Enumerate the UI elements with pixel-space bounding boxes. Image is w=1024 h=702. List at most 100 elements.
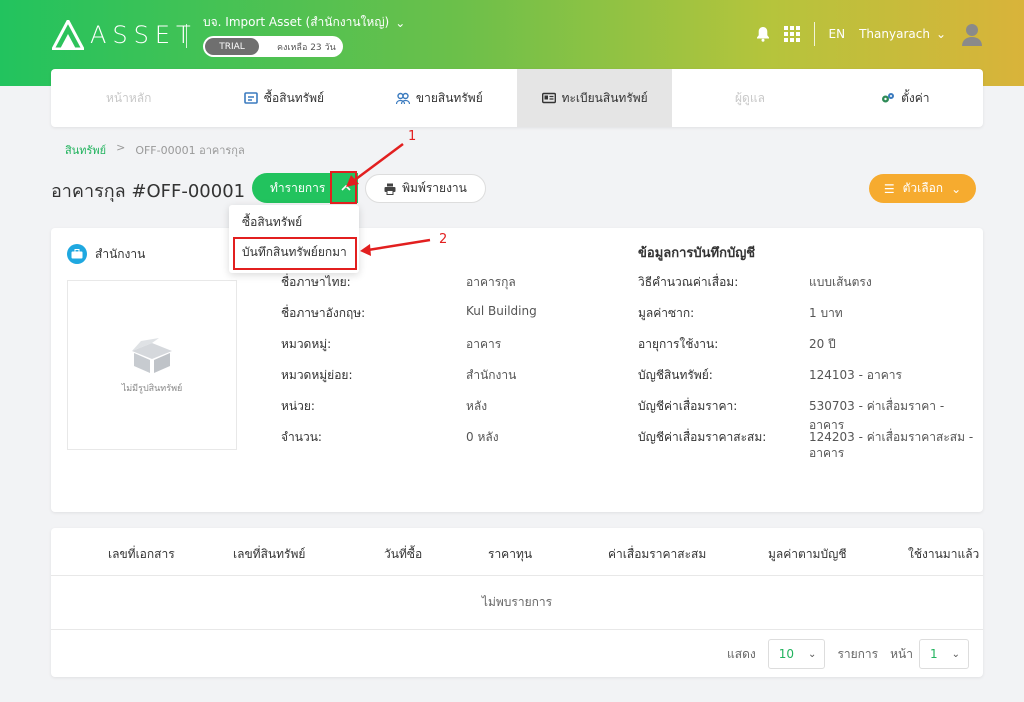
empty-state: ไม่พบรายการ [51, 576, 983, 630]
options-label: ตัวเลือก [902, 181, 944, 195]
field-value: หลัง [466, 399, 488, 413]
page-label: หน้า [890, 646, 913, 661]
app-logo[interactable]: ASSET [52, 20, 197, 50]
printer-icon [384, 183, 396, 195]
trial-badge: TRIAL [205, 38, 259, 55]
column-header[interactable]: วันที่ซื้อ [384, 545, 422, 564]
user-menu[interactable]: Thanyarach ⌄ [859, 27, 946, 41]
breadcrumb: สินทรัพย์ > OFF-00001 อาคารกุล [65, 141, 245, 159]
accounting-value: 124103 - อาคาร [809, 366, 902, 385]
info-row: หมวดหมู่: [281, 335, 331, 354]
info-row: หน่วย: [281, 397, 315, 416]
column-header[interactable]: ราคาทุน [488, 545, 532, 564]
field-label: บัญชีค่าเสื่อมราคาสะสม: [638, 430, 767, 444]
no-image-caption: ไม่มีรูปสินทรัพย์ [121, 384, 183, 394]
field-label: อายุการใช้งาน: [638, 337, 719, 351]
user-name: Thanyarach [859, 27, 930, 41]
briefcase-icon [67, 244, 87, 264]
field-value: อาคาร [466, 337, 502, 351]
language-switch[interactable]: EN [829, 27, 846, 41]
page-select[interactable]: 1 ⌄ [918, 639, 969, 669]
menu-icon: ☰ [883, 181, 895, 196]
page-title: อาคารกุล #OFF-00001 [51, 181, 246, 202]
nav-settings[interactable]: ตั้งค่า [828, 69, 983, 127]
accounting-row: วิธีคำนวณค่าเสื่อม: [638, 273, 738, 292]
id-card-icon [541, 92, 556, 104]
column-header[interactable]: ใช้งานมาแล้ว [908, 545, 979, 564]
rows-label: รายการ [837, 646, 879, 661]
logo-mark-icon [52, 20, 84, 50]
field-label: ชื่อภาษาไทย: [281, 275, 351, 289]
field-value: อาคาร [809, 446, 845, 460]
accounting-row: มูลค่าซาก: [638, 304, 694, 323]
field-value: 1 บาท [809, 306, 843, 320]
field-label: บัญชีสินทรัพย์: [638, 368, 713, 382]
print-report-button[interactable]: พิมพ์รายงาน [365, 174, 486, 203]
nav-label: ขายสินทรัพย์ [415, 90, 483, 105]
accounting-row: บัญชีสินทรัพย์: [638, 366, 713, 385]
table-header: เลขที่เอกสาร เลขที่สินทรัพย์ วันที่ซื้อ … [51, 528, 983, 576]
breadcrumb-assets[interactable]: สินทรัพย์ [65, 141, 106, 159]
trial-status: TRIAL คงเหลือ 23 วัน [203, 36, 343, 57]
highlight-box-2 [233, 237, 357, 270]
nav-buy-asset[interactable]: ซื้อสินทรัพย์ [206, 69, 361, 127]
page-size-value: 10 [778, 647, 795, 661]
accounting-row: อายุการใช้งาน: [638, 335, 718, 354]
nav-label: ผู้ดูแล [735, 90, 765, 105]
transaction-button-label: ทำรายการ [270, 180, 326, 195]
people-icon [395, 92, 410, 105]
asset-image-placeholder: ไม่มีรูปสินทรัพย์ [67, 280, 237, 450]
main-nav: หน้าหลัก ซื้อสินทรัพย์ ขายสินทรัพย์ ทะเบ… [51, 69, 983, 127]
accounting-value: 1 บาท [809, 304, 843, 323]
accounting-row: บัญชีค่าเสื่อมราคา: [638, 397, 737, 416]
nav-label: หน้าหลัก [105, 90, 152, 105]
field-value: 124103 - อาคาร [809, 368, 902, 382]
chevron-down-icon: ⌄ [395, 15, 406, 30]
info-row: หมวดหมู่ย่อย: [281, 366, 352, 385]
page-size-select[interactable]: 10 ⌄ [767, 639, 826, 669]
header-divider [186, 24, 187, 48]
column-header[interactable]: มูลค่าตามบัญชี [768, 545, 846, 564]
field-label: หมวดหมู่: [281, 337, 332, 351]
branch-label: สำนักงาน [67, 244, 145, 264]
chevron-down-icon: ⌄ [951, 181, 962, 196]
column-header[interactable]: เลขที่สินทรัพย์ [233, 545, 305, 564]
field-label: มูลค่าซาก: [638, 306, 695, 320]
options-button[interactable]: ☰ ตัวเลือก ⌄ [869, 174, 976, 203]
info-value: อาคารกุล [466, 273, 516, 292]
branch-name: สำนักงาน [95, 246, 146, 261]
asset-detail-card: สำนักงาน ไม่มีรูปสินทรัพย์ ชื่อภาษาไทย: … [51, 228, 983, 512]
nav-home[interactable]: หน้าหลัก [51, 69, 206, 127]
gears-icon [882, 93, 895, 103]
field-label: จำนวน: [281, 430, 322, 444]
field-label: หมวดหมู่ย่อย: [281, 368, 353, 382]
nav-asset-register[interactable]: ทะเบียนสินทรัพย์ [516, 69, 673, 127]
info-value: สำนักงาน [466, 366, 516, 385]
apps-grid-icon[interactable] [783, 26, 800, 42]
field-value: 0 หลัง [466, 430, 499, 444]
nav-label: ทะเบียนสินทรัพย์ [561, 90, 648, 105]
company-name: บจ. Import Asset (สำนักงานใหญ่) [203, 15, 390, 29]
header-divider [813, 22, 815, 46]
column-header[interactable]: เลขที่เอกสาร [108, 545, 175, 564]
nav-label: ตั้งค่า [901, 90, 930, 105]
company-selector[interactable]: บจ. Import Asset (สำนักงานใหญ่) ⌄ [203, 13, 405, 32]
history-table: เลขที่เอกสาร เลขที่สินทรัพย์ วันที่ซื้อ … [51, 528, 983, 677]
bell-icon[interactable] [756, 26, 770, 42]
accounting-value: 20 ปี [809, 335, 836, 354]
column-header[interactable]: ค่าเสื่อมราคาสะสม [608, 545, 706, 564]
annotation-label-1: 1 [408, 129, 417, 144]
page-value: 1 [929, 647, 938, 661]
menu-item-buy-asset[interactable]: ซื้อสินทรัพย์ [229, 207, 359, 237]
logo-text: ASSET [90, 21, 197, 49]
nav-custodian[interactable]: ผู้ดูแล [672, 69, 827, 127]
field-label: วิธีคำนวณค่าเสื่อม: [638, 275, 739, 289]
trial-remaining: คงเหลือ 23 วัน [277, 42, 336, 53]
print-report-label: พิมพ์รายงาน [402, 181, 467, 195]
breadcrumb-separator: > [116, 141, 126, 154]
nav-sell-asset[interactable]: ขายสินทรัพย์ [362, 69, 517, 127]
avatar[interactable] [960, 22, 984, 46]
field-label: หน่วย: [281, 399, 315, 413]
box-icon [132, 338, 172, 373]
info-value: อาคาร [466, 335, 501, 354]
